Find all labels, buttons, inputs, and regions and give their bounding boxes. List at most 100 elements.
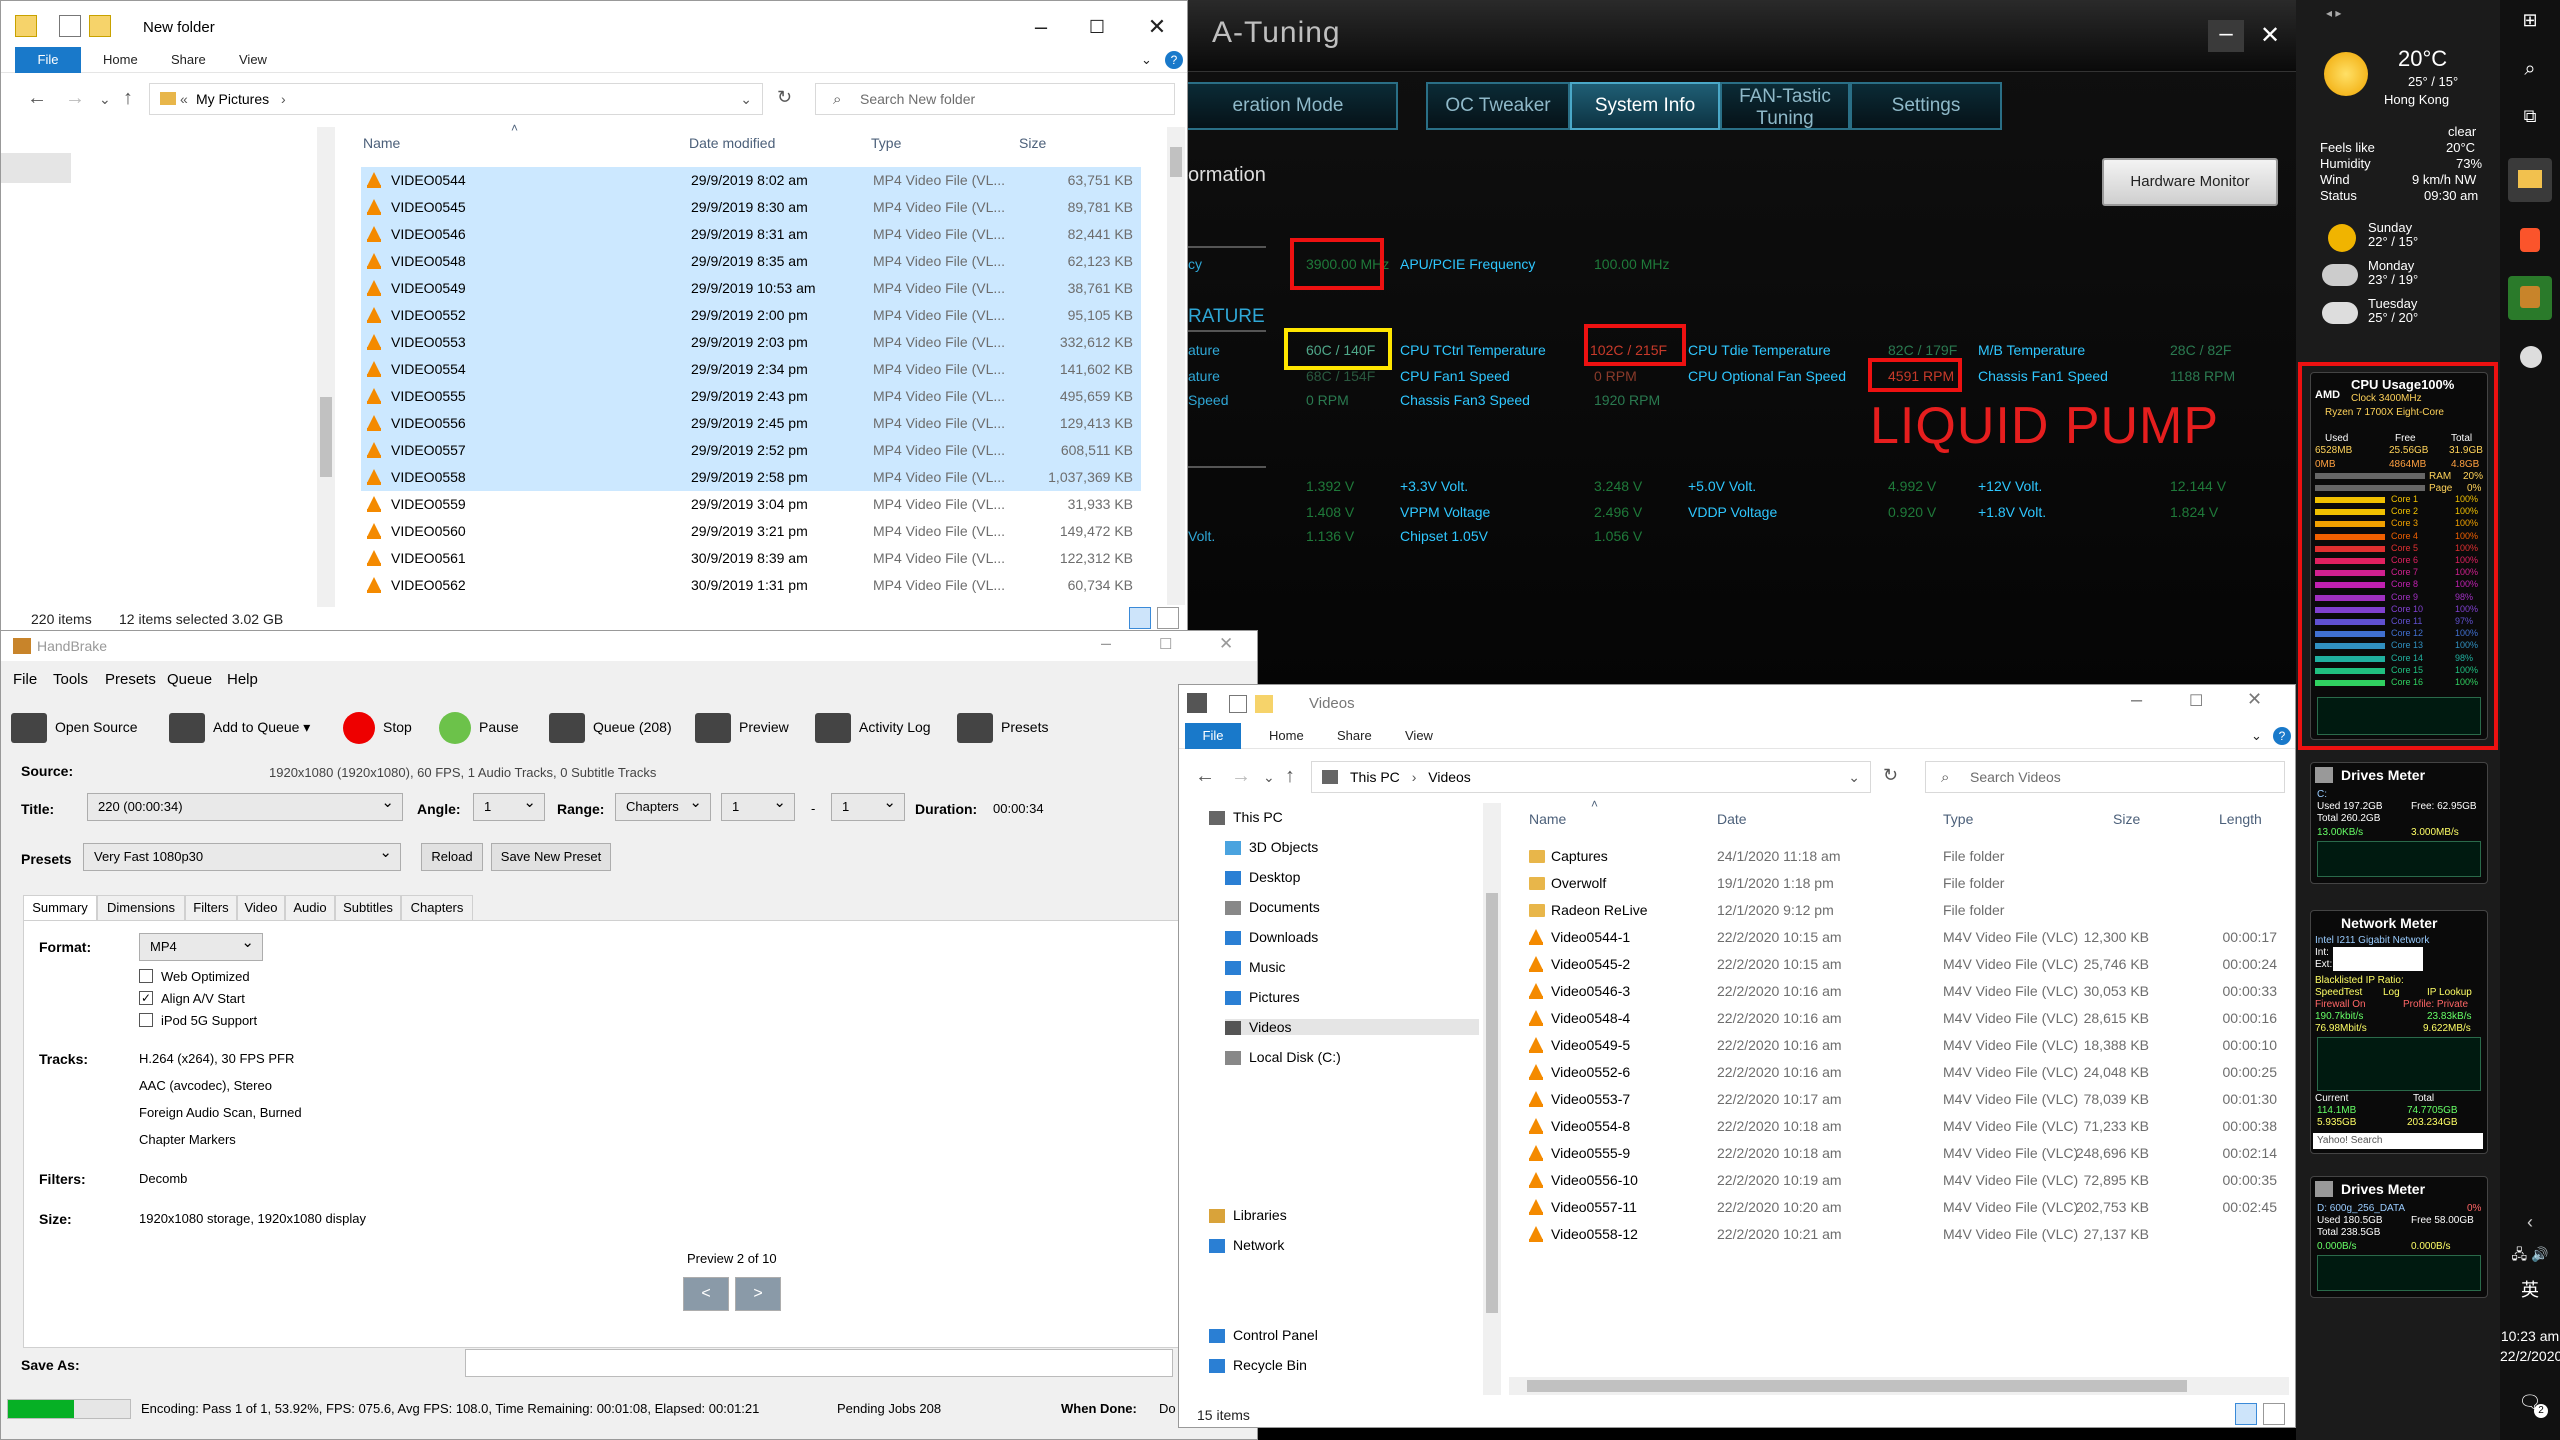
properties-icon[interactable] [1229, 695, 1247, 713]
help-icon[interactable]: ? [2273, 727, 2291, 745]
tab-view[interactable]: View [239, 52, 267, 67]
up-arrow-icon[interactable]: ↑ [123, 87, 133, 110]
refresh-icon[interactable]: ↻ [777, 87, 792, 108]
breadcrumb-overflow[interactable]: « [180, 84, 188, 114]
when-done-select[interactable]: Do [1159, 1401, 1176, 1416]
details-view-icon[interactable] [2235, 1403, 2257, 1425]
tab-subtitles[interactable]: Subtitles [335, 895, 401, 921]
table-row[interactable]: Video0545-2 22/2/2020 10:15 am M4V Video F… [1519, 951, 2289, 978]
sidebar-item-3d-objects[interactable]: 3D Objects [1225, 839, 1318, 856]
maximize-button[interactable]: ☐ [1069, 11, 1125, 43]
table-row[interactable]: VIDEO0544 29/9/2019 8:02 am MP4 Video File… [361, 167, 1141, 194]
chevron-down-icon[interactable]: ⌄ [740, 84, 752, 114]
tab-operation-mode[interactable]: eration Mode [1188, 82, 1398, 130]
close-button[interactable]: ✕ [2247, 689, 2262, 710]
back-arrow-icon[interactable]: ← [27, 87, 47, 110]
properties-icon[interactable] [59, 15, 81, 37]
add-to-queue-button[interactable]: Add to Queue ▾ [169, 707, 310, 747]
scroll-thumb[interactable] [1527, 1380, 2187, 1392]
network-volume-icons[interactable]: 🖧 🔊 [2500, 1244, 2560, 1268]
tab-fan-tastic-tuning[interactable]: FAN-Tastic Tuning [1720, 82, 1850, 130]
scroll-thumb[interactable] [1486, 893, 1498, 1313]
sidebar-item-libraries[interactable]: Libraries [1209, 1207, 1287, 1224]
ip-lookup-link[interactable]: IP Lookup [2427, 987, 2472, 998]
nav-pane-selected-item[interactable] [1, 153, 71, 183]
task-view-icon[interactable]: ⧉ [2500, 106, 2560, 127]
table-row[interactable]: VIDEO0561 30/9/2019 8:39 am MP4 Video File… [361, 545, 1141, 572]
clock-time[interactable]: 10:23 am [2500, 1328, 2560, 1344]
help-icon[interactable]: ? [1165, 51, 1183, 69]
log-link[interactable]: Log [2383, 987, 2400, 998]
clock-date[interactable]: 22/2/2020 [2500, 1348, 2560, 1364]
up-arrow-icon[interactable]: ↑ [1285, 765, 1295, 788]
weather-city[interactable]: Hong Kong [2384, 92, 2449, 107]
menu-file[interactable]: File [13, 671, 37, 688]
menu-presets[interactable]: Presets [105, 671, 156, 688]
column-date[interactable]: Date [1717, 811, 1747, 827]
input-method-indicator[interactable]: 英 [2500, 1276, 2560, 1302]
forward-arrow-icon[interactable]: → [65, 87, 85, 110]
table-row[interactable]: Video0553-7 22/2/2020 10:17 am M4V Video F… [1519, 1086, 2289, 1113]
preview-button[interactable]: Preview [695, 707, 789, 747]
back-arrow-icon[interactable]: ← [1195, 765, 1215, 788]
large-icons-view-icon[interactable] [1157, 607, 1179, 629]
close-button[interactable]: ✕ [1219, 634, 1233, 654]
tab-home[interactable]: Home [103, 52, 138, 67]
sidebar-item-documents[interactable]: Documents [1225, 899, 1320, 916]
table-row[interactable]: VIDEO0549 29/9/2019 10:53 am MP4 Video Fil… [361, 275, 1141, 302]
new-folder-icon[interactable] [89, 15, 111, 37]
tab-video[interactable]: Video [237, 895, 285, 921]
presets-button[interactable]: Presets [957, 707, 1048, 747]
handbrake-icon[interactable] [2508, 276, 2552, 320]
table-row[interactable]: VIDEO0559 29/9/2019 3:04 pm MP4 Video File… [361, 491, 1141, 518]
chevron-down-icon[interactable]: ⌄ [1848, 762, 1860, 792]
sidebar-item-music[interactable]: Music [1225, 959, 1286, 976]
tab-share[interactable]: Share [171, 52, 206, 67]
table-row[interactable]: VIDEO0552 29/9/2019 2:00 pm MP4 Video File… [361, 302, 1141, 329]
horizontal-scrollbar[interactable] [1509, 1377, 2289, 1395]
action-center-icon[interactable]: 🗨 [2500, 1392, 2560, 1413]
tab-file[interactable]: File [1185, 723, 1241, 749]
reload-button[interactable]: Reload [421, 843, 483, 871]
refresh-icon[interactable]: ↻ [1883, 765, 1898, 786]
pause-button[interactable]: Pause [439, 707, 519, 747]
column-size[interactable]: Size [2113, 811, 2140, 827]
tab-view[interactable]: View [1405, 728, 1433, 743]
column-name[interactable]: Name [1529, 811, 1566, 827]
minimize-button[interactable]: – [1013, 11, 1069, 43]
sidebar-item-videos[interactable]: Videos [1225, 1019, 1479, 1036]
brave-browser-icon[interactable] [2508, 220, 2552, 264]
file-list-scrollbar[interactable] [1167, 127, 1185, 605]
table-row[interactable]: Video0546-3 22/2/2020 10:16 am M4V Video F… [1519, 978, 2289, 1005]
gadget-nav-arrows[interactable]: ◂ ▸ [2326, 6, 2341, 20]
sidebar-item-this-pc[interactable]: This PC [1209, 809, 1283, 826]
search-input[interactable]: Search New folder [815, 83, 1175, 115]
speed-test-link[interactable]: SpeedTest [2315, 987, 2362, 998]
tab-dimensions[interactable]: Dimensions [97, 895, 185, 921]
table-row[interactable]: Video0558-12 22/2/2020 10:21 am M4V Video … [1519, 1221, 2289, 1248]
table-row[interactable]: Overwolf 19/1/2020 1:18 pm File folder [1519, 870, 2289, 897]
table-row[interactable]: VIDEO0554 29/9/2019 2:34 pm MP4 Video File… [361, 356, 1141, 383]
breadcrumb-videos[interactable]: Videos [1428, 769, 1471, 785]
yahoo-search-input[interactable]: Yahoo! Search [2313, 1133, 2483, 1149]
details-view-icon[interactable] [1129, 607, 1151, 629]
new-folder-icon[interactable] [1255, 695, 1273, 713]
table-row[interactable]: VIDEO0548 29/9/2019 8:35 am MP4 Video File… [361, 248, 1141, 275]
menu-queue[interactable]: Queue [167, 671, 212, 688]
web-optimized-checkbox[interactable] [139, 969, 153, 983]
sidebar-item-downloads[interactable]: Downloads [1225, 929, 1318, 946]
column-date-modified[interactable]: Date modified [689, 135, 775, 151]
search-icon[interactable]: ⌕ [2500, 58, 2560, 81]
table-row[interactable]: VIDEO0557 29/9/2019 2:52 pm MP4 Video File… [361, 437, 1141, 464]
column-type[interactable]: Type [871, 135, 901, 151]
address-bar[interactable]: This PC › Videos ⌄ [1311, 761, 1871, 793]
tab-audio[interactable]: Audio [285, 895, 335, 921]
tab-summary[interactable]: Summary [23, 895, 97, 921]
table-row[interactable]: VIDEO0558 29/9/2019 2:58 pm MP4 Video File… [361, 464, 1141, 491]
table-row[interactable]: Video0556-10 22/2/2020 10:19 am M4V Video … [1519, 1167, 2289, 1194]
breadcrumb-my-pictures[interactable]: My Pictures [196, 91, 269, 107]
ipod-checkbox[interactable] [139, 1013, 153, 1027]
table-row[interactable]: Video0544-1 22/2/2020 10:15 am M4V Video F… [1519, 924, 2289, 951]
table-row[interactable]: Video0555-9 22/2/2020 10:18 am M4V Video F… [1519, 1140, 2289, 1167]
range-from-select[interactable]: 1 [721, 790, 795, 821]
